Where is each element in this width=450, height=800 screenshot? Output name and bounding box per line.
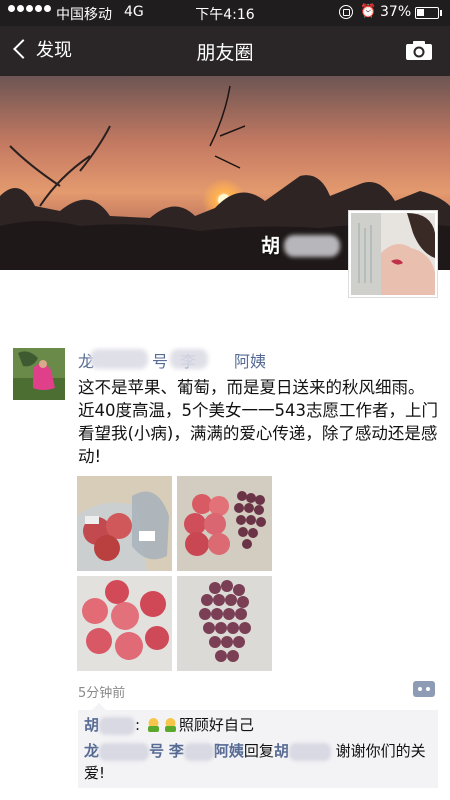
cover-user-name: 胡 [261,235,281,257]
name-blur [170,349,208,369]
user-avatar[interactable] [348,210,438,298]
author-name-part2: 号 [152,352,169,371]
status-bar: 中国移动 4G 下午4:16 ⏰ 37% [0,0,450,26]
name-blur [90,349,148,369]
post-photo-1[interactable] [77,476,172,571]
hands-emoji-icon [147,718,159,732]
rotation-lock-icon [339,5,353,19]
battery-percent: 37% [380,4,412,20]
commenter-name-part4: 阿姨 [213,742,244,760]
battery-icon [415,7,439,19]
comment-text: 照顾好自己 [178,716,254,734]
comments-box: 胡: 照顾好自己 龙号 李阿姨回复胡 谢谢你们的关爱! [78,703,438,788]
comment-separator: : [135,716,141,734]
post-photo-2[interactable] [177,476,272,571]
cover-name-blur [284,235,340,257]
camera-icon[interactable] [405,40,433,61]
battery-tip [440,10,442,16]
comment-menu-button[interactable] [413,681,435,697]
commenter-name-part1[interactable]: 龙 [84,742,99,760]
commenter-name-part2: 号 [149,742,165,760]
post-author-avatar[interactable] [13,348,65,400]
commenter-name[interactable]: 胡 [84,716,99,734]
post-text: 这不是苹果、葡萄，而是夏日送来的秋风细雨。近40度高温，5个美女一一543志愿工… [78,378,438,466]
hands-emoji-icon [164,718,176,732]
reply-to-name[interactable]: 胡 [274,742,289,760]
reply-word: 回复 [243,742,274,760]
post-photo-4[interactable] [177,576,272,671]
post-photo-3[interactable] [77,576,172,671]
author-name-part4: 阿姨 [234,352,267,371]
nav-bar: 发现 朋友圈 [0,26,450,76]
comment-1[interactable]: 胡: 照顾好自己 [84,714,254,736]
post-author-name[interactable]: 龙号李阿姨 [78,348,266,372]
alarm-icon: ⏰ [360,4,377,19]
page-title: 朋友圈 [196,42,254,64]
post-timestamp: 5分钟前 [78,686,126,701]
commenter-name-part3: 李 [168,742,184,760]
comment-2[interactable]: 龙号 李阿姨回复胡 谢谢你们的关爱! [84,740,434,784]
